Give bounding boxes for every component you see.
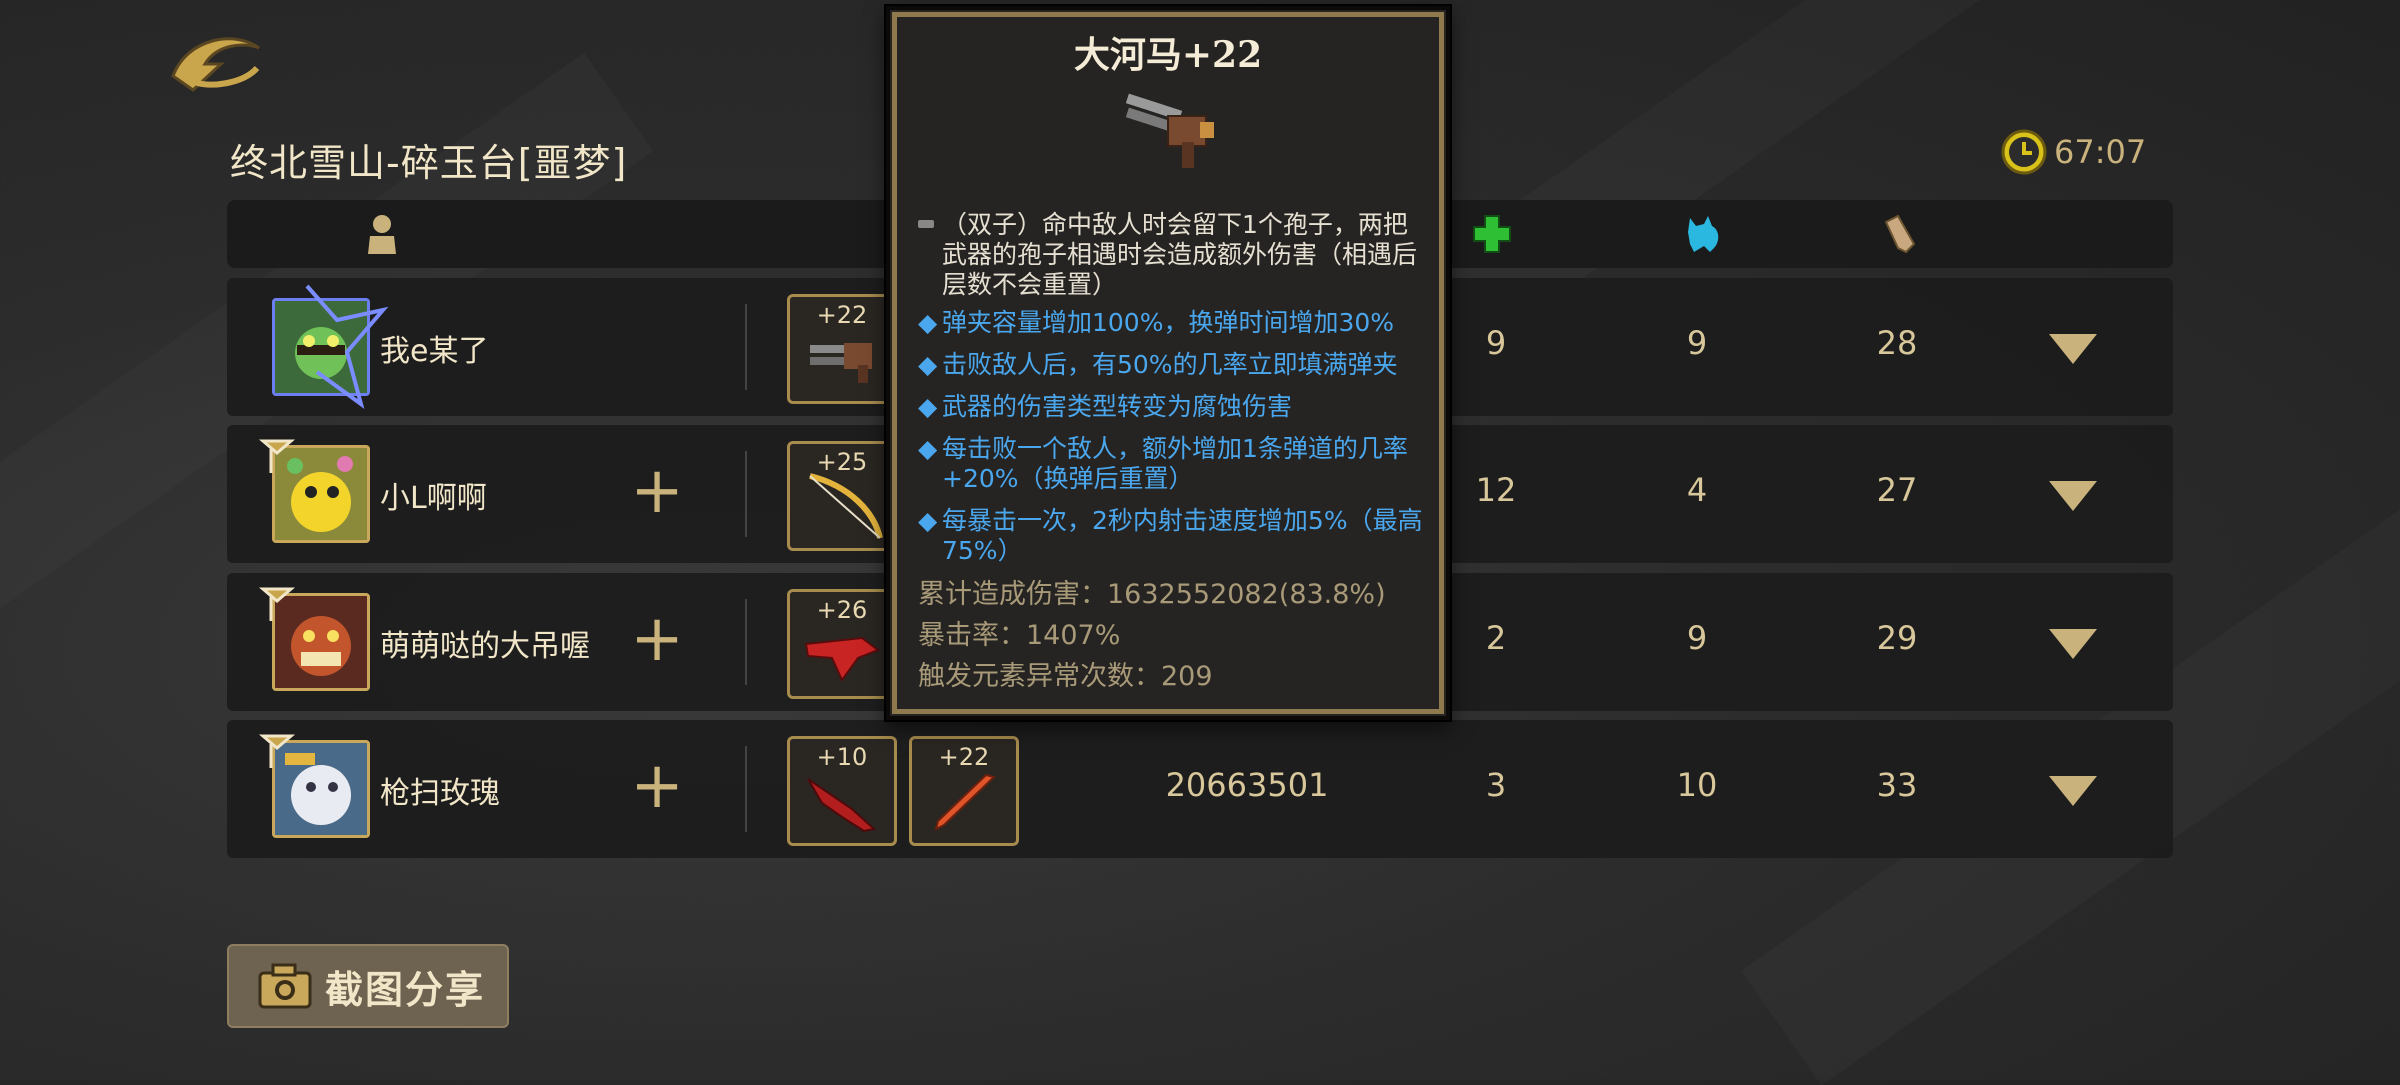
stat-heal: 2 (1485, 619, 1507, 657)
minigun-icon (1125, 93, 1214, 168)
expand-arrow-icon[interactable] (2049, 776, 2097, 806)
stat-pet: 4 (1686, 471, 1708, 509)
player-row[interactable]: 枪扫玫瑰 + +10 +22 20663501 3 10 33 (227, 720, 2173, 858)
expand-arrow-icon[interactable] (2049, 334, 2097, 364)
stat-pet: 10 (1676, 766, 1718, 804)
tooltip-main-effect: （双子）命中敌人时会留下1个孢子，两把武器的孢子相遇时会造成额外伤害（相遇后层数… (918, 210, 1428, 300)
minigun-icon (810, 343, 872, 383)
stat-misc: 28 (1876, 324, 1918, 362)
back-arrow-icon[interactable] (165, 28, 265, 94)
clock-icon (2001, 129, 2047, 175)
tooltip-effect: ◆ 每击败一个敌人，额外增加1条弹道的几率+20%（换弹后重置） (918, 434, 1408, 493)
scroll-icon (1884, 214, 1916, 254)
tooltip-body: （双子）命中敌人时会留下1个孢子，两把武器的孢子相遇时会造成额外伤害（相遇后层数… (918, 210, 1428, 701)
stat-heal: 3 (1485, 766, 1507, 804)
blaster-icon (804, 636, 881, 682)
player-name: 我e某了 (380, 334, 489, 369)
stat-misc: 27 (1876, 471, 1918, 509)
weapon-tooltip: 大河马+22 （双子）命中敌人时会留下1个孢子，两把武器的孢子相遇时会造成额外伤… (886, 6, 1450, 720)
timer-value: 67:07 (2054, 133, 2147, 171)
weapon-slot[interactable]: +22 (787, 294, 897, 404)
screenshot-share-button[interactable]: 截图分享 (227, 944, 509, 1028)
damage-total: 20663501 (1165, 766, 1329, 804)
share-label: 截图分享 (325, 967, 486, 1012)
weapon-level: +22 (938, 743, 990, 771)
weapon-slot[interactable]: +25 (787, 441, 897, 551)
player-name: 萌萌哒的大吊喔 (380, 629, 590, 664)
tooltip-damage-total: 累计造成伤害：1632552082(83.8%) (918, 579, 1386, 610)
weapon-slot[interactable]: +10 (787, 736, 897, 846)
divider (745, 451, 747, 537)
tooltip-effect: ◆ 击败敌人后，有50%的几率立即填满弹夹 (918, 350, 1398, 379)
cyan-cat-icon (1688, 216, 1719, 252)
stat-pet: 9 (1686, 324, 1708, 362)
weapon-level: +26 (816, 596, 868, 624)
stat-pet: 9 (1686, 619, 1708, 657)
match-timer: 67:07 (2000, 128, 2146, 176)
player-name: 枪扫玫瑰 (380, 776, 500, 811)
weapon-slot[interactable]: +26 (787, 589, 897, 699)
stat-heal: 9 (1485, 324, 1507, 362)
player-icon (368, 215, 396, 254)
stat-heal: 12 (1475, 471, 1517, 509)
tooltip-elemental-count: 触发元素异常次数：209 (918, 661, 1213, 692)
tooltip-effect: ◆ 弹夹容量增加100%，换弹时间增加30% (918, 308, 1395, 337)
tooltip-effect: ◆ 每暴击一次，2秒内射击速度增加5%（最高75%） (918, 506, 1423, 565)
divider (745, 304, 747, 390)
bullet-icon (918, 220, 934, 228)
weapon-slot[interactable]: +22 (909, 736, 1019, 846)
stage-title: 终北雪山-碎玉台[噩梦] (230, 141, 628, 185)
divider (745, 746, 747, 832)
player-name: 小L啊啊 (380, 481, 487, 516)
bow-icon (809, 473, 883, 539)
sword-icon (934, 773, 996, 831)
weapon-level: +10 (816, 743, 868, 771)
expand-arrow-icon[interactable] (2049, 629, 2097, 659)
expand-arrow-icon[interactable] (2049, 481, 2097, 511)
green-cross-icon (1473, 215, 1511, 253)
divider (745, 599, 747, 685)
tooltip-effect: ◆ 武器的伤害类型转变为腐蚀伤害 (918, 392, 1293, 421)
weapon-level: +22 (816, 301, 868, 329)
blade-gun-icon (807, 778, 877, 833)
add-friend-button[interactable]: + (627, 754, 687, 818)
stat-misc: 29 (1876, 619, 1918, 657)
tooltip-title: 大河马+22 (1073, 34, 1263, 76)
badge-icon (258, 587, 296, 621)
leader-star-icon (305, 284, 389, 409)
badge-icon (258, 734, 296, 768)
add-friend-button[interactable]: + (627, 459, 687, 523)
camera-icon (258, 963, 312, 1009)
add-friend-button[interactable]: + (627, 607, 687, 671)
stat-misc: 33 (1876, 766, 1918, 804)
tooltip-crit-rate: 暴击率：1407% (918, 620, 1121, 651)
badge-icon (258, 439, 296, 473)
